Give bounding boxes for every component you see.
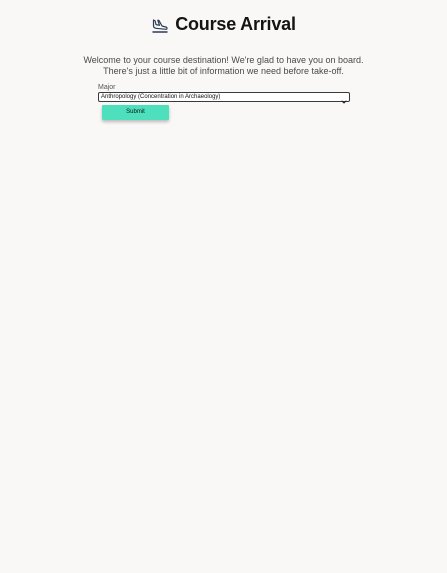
submit-button[interactable]: Submit bbox=[102, 105, 169, 120]
plane-landing-icon bbox=[151, 16, 169, 34]
chevron-down-icon bbox=[341, 93, 347, 104]
info-form: Major Anthropology (Concentration in Arc… bbox=[98, 84, 350, 104]
major-label: Major bbox=[98, 84, 116, 91]
major-select-value: Anthropology (Concentration in Archaeolo… bbox=[101, 94, 221, 100]
welcome-message: Welcome to your course destination! We'r… bbox=[0, 55, 447, 77]
welcome-line-2: There's just a little bit of information… bbox=[103, 66, 344, 76]
app-header: Course Arrival bbox=[0, 14, 447, 35]
major-select[interactable]: Anthropology (Concentration in Archaeolo… bbox=[98, 92, 350, 104]
welcome-line-1: Welcome to your course destination! We'r… bbox=[83, 55, 364, 65]
app-title: Course Arrival bbox=[175, 14, 296, 34]
